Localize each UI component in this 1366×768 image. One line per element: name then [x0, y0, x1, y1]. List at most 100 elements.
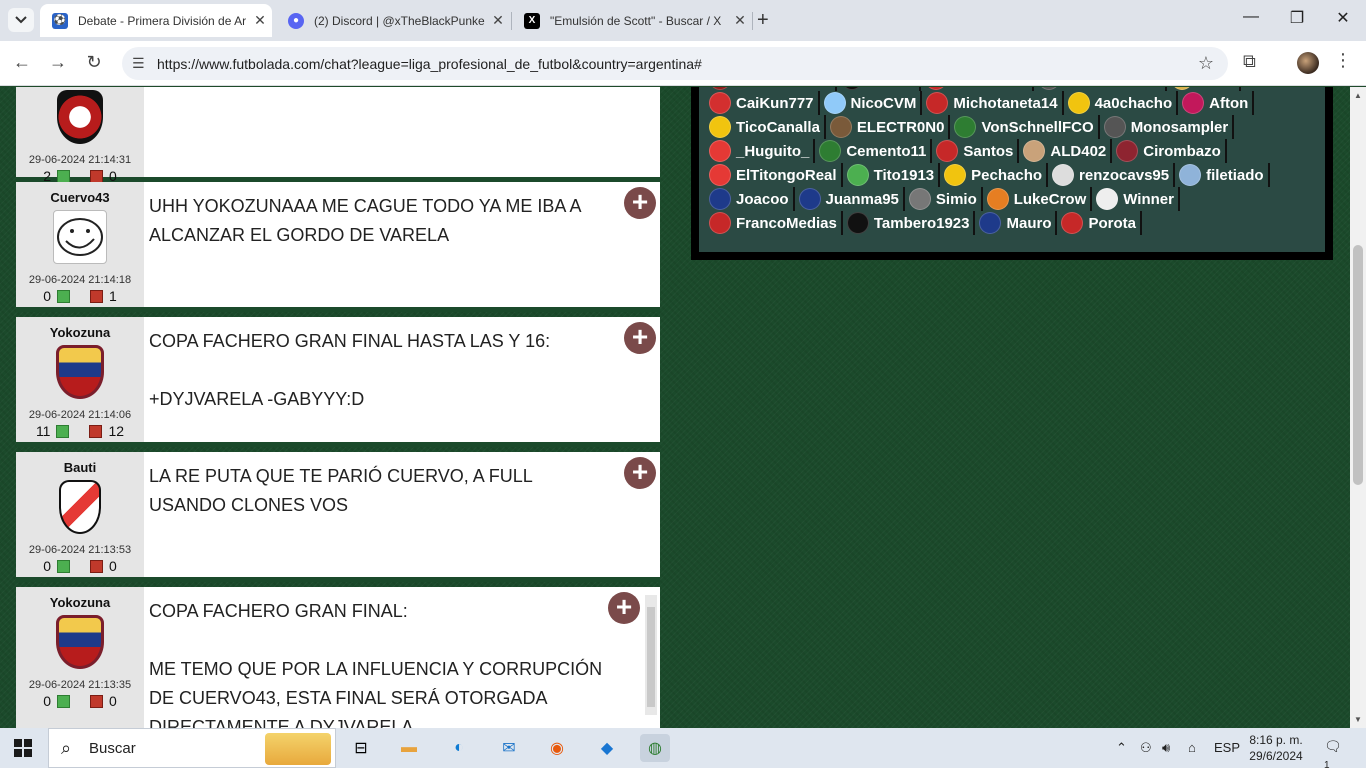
thumbs-down-icon[interactable] — [90, 559, 103, 573]
tab-x-search[interactable]: X "Emulsión de Scott" - Buscar / X ✕ — [512, 4, 752, 37]
online-user-name: 4a0chacho — [1094, 94, 1173, 112]
profile-avatar[interactable] — [1297, 52, 1319, 74]
online-user-name: FrancoMedias — [736, 214, 837, 232]
thumbs-down-icon[interactable] — [89, 424, 103, 438]
scroll-down-icon[interactable]: ▼ — [1354, 715, 1362, 724]
back-arrow-icon[interactable]: ← — [10, 52, 34, 73]
online-user[interactable]: Tambero1923 — [846, 211, 976, 235]
post-username[interactable]: Yokozuna — [16, 595, 144, 610]
chat-post: Yokozuna 29-06-2024 21:13:35 0 0 COPA FA… — [16, 587, 660, 728]
thumbs-down-icon[interactable] — [90, 289, 103, 303]
online-user[interactable]: Joacoo — [709, 187, 795, 211]
bookmark-star-icon[interactable]: ☆ — [1198, 53, 1214, 74]
thumbs-up-icon[interactable] — [57, 169, 70, 183]
language-indicator[interactable]: ESP — [1214, 740, 1240, 755]
online-user[interactable]: TicoCanalla — [709, 115, 826, 139]
online-user[interactable]: Michotaneta14 — [926, 91, 1064, 115]
volume-icon[interactable]: 🔊︎ — [1162, 740, 1170, 756]
tab-discord[interactable]: ● (2) Discord | @xTheBlackPunke ✕ — [276, 4, 510, 37]
tab-search-button[interactable] — [8, 8, 34, 32]
online-user[interactable]: LukeCrow — [986, 187, 1093, 211]
scroll-up-icon[interactable]: ▲ — [1354, 91, 1362, 100]
search-label: Buscar — [89, 740, 136, 757]
online-user[interactable]: Monosampler — [1103, 115, 1235, 139]
file-explorer-icon[interactable]: ▬ — [394, 734, 424, 762]
online-user[interactable]: CaiKun777 — [709, 91, 820, 115]
online-user[interactable]: VonSchnellFCO — [954, 115, 1100, 139]
online-user[interactable]: ALD402 — [1023, 139, 1113, 163]
online-user[interactable]: ELECTR0N0 — [829, 115, 951, 139]
online-user[interactable]: Mauro — [979, 211, 1058, 235]
online-user[interactable]: Cemento11 — [819, 139, 933, 163]
site-settings-icon[interactable]: ☰ — [132, 55, 145, 72]
meet-now-icon[interactable]: ⚇ — [1140, 740, 1152, 756]
add-reply-button[interactable]: + — [608, 592, 640, 624]
online-user[interactable]: Simio — [908, 187, 983, 211]
thumbs-down-icon[interactable] — [90, 694, 103, 708]
post-votes: 11 12 — [16, 423, 144, 439]
page-scrollbar[interactable]: ▲ ▼ — [1350, 87, 1366, 728]
network-icon[interactable]: ⌂ — [1188, 740, 1196, 755]
online-user[interactable]: Tito1913 — [846, 163, 941, 187]
add-reply-button[interactable]: + — [624, 187, 656, 219]
url-text[interactable]: https://www.futbolada.com/chat?league=li… — [157, 56, 702, 72]
close-tab-icon[interactable]: ✕ — [248, 12, 272, 29]
kebab-menu-icon[interactable]: ⋮ — [1334, 50, 1352, 71]
close-tab-icon[interactable]: ✕ — [728, 12, 752, 29]
upvote-count: 0 — [43, 288, 51, 304]
online-user[interactable]: filetiado — [1179, 163, 1270, 187]
thumbs-up-icon[interactable] — [57, 289, 70, 303]
online-user[interactable]: Winner — [1096, 187, 1180, 211]
thumbs-up-icon[interactable] — [56, 424, 70, 438]
tray-chevron-icon[interactable]: ⌃ — [1116, 740, 1127, 756]
forward-arrow-icon[interactable]: → — [46, 52, 70, 73]
online-user[interactable]: Pechacho — [944, 163, 1049, 187]
address-bar[interactable]: ☰ https://www.futbolada.com/chat?league=… — [122, 47, 1228, 80]
thumbs-down-icon[interactable] — [90, 169, 103, 183]
online-user[interactable]: Juanma95 — [798, 187, 905, 211]
reload-icon[interactable]: ↻ — [82, 52, 106, 73]
add-reply-button[interactable]: + — [624, 457, 656, 489]
notification-icon[interactable]: 🗨︎1 — [1324, 738, 1346, 768]
online-user[interactable]: Afton — [1182, 91, 1255, 115]
chrome-icon[interactable]: ◍ — [640, 734, 670, 762]
post-username[interactable]: Cuervo43 — [16, 190, 144, 205]
online-user[interactable]: renzocavs95 — [1052, 163, 1176, 187]
app-icon[interactable]: ◆ — [592, 734, 622, 762]
windows-start-icon[interactable] — [14, 739, 32, 757]
online-user-name: Santos — [963, 142, 1014, 160]
minimize-icon[interactable]: — — [1228, 8, 1274, 26]
user-badge-icon — [936, 140, 959, 162]
mail-icon[interactable]: ✉ — [494, 734, 524, 762]
scrollbar-thumb[interactable] — [1353, 245, 1363, 485]
taskbar-clock[interactable]: 8:16 p. m. 29/6/2024 — [1246, 732, 1306, 764]
close-window-icon[interactable]: ✕ — [1320, 8, 1366, 28]
tab-futbolada[interactable]: ⚽ Debate - Primera División de Ar ✕ — [40, 4, 272, 37]
user-badge-icon — [908, 188, 931, 210]
restore-icon[interactable]: ❐ — [1274, 8, 1320, 28]
edge-icon[interactable]: ◐ — [444, 734, 474, 762]
chat-post: Bauti 29-06-2024 21:13:53 0 0 LA RE PUTA… — [16, 452, 660, 582]
close-tab-icon[interactable]: ✕ — [486, 12, 510, 29]
online-users-row: TicoCanalla ELECTR0N0 VonSchnellFCO Monosam… — [709, 115, 1238, 139]
online-user[interactable]: Porota — [1061, 211, 1142, 235]
post-username[interactable]: Bauti — [16, 460, 144, 475]
online-user[interactable]: ElTitongoReal — [709, 163, 843, 187]
online-user[interactable]: NicoCVM — [823, 91, 923, 115]
firefox-icon[interactable]: ◉ — [542, 734, 572, 762]
online-user[interactable]: Cirombazo — [1116, 139, 1227, 163]
post-username[interactable]: Yokozuna — [16, 325, 144, 340]
online-user[interactable]: FrancoMedias — [709, 211, 843, 235]
user-badge-icon — [1052, 164, 1075, 186]
taskbar-search[interactable]: ⌕ Buscar — [48, 728, 336, 768]
message-scrollbar[interactable] — [645, 595, 657, 715]
online-user[interactable]: 4a0chacho — [1067, 91, 1179, 115]
add-reply-button[interactable]: + — [624, 322, 656, 354]
online-user[interactable]: _Huguito_ — [709, 139, 816, 163]
online-user[interactable]: Santos — [936, 139, 1020, 163]
new-tab-button[interactable]: + — [757, 10, 769, 30]
extensions-puzzle-icon[interactable]: ⧉ — [1243, 51, 1256, 72]
thumbs-up-icon[interactable] — [57, 559, 70, 573]
thumbs-up-icon[interactable] — [57, 694, 70, 708]
task-view-icon[interactable]: ⊟ — [346, 734, 376, 762]
